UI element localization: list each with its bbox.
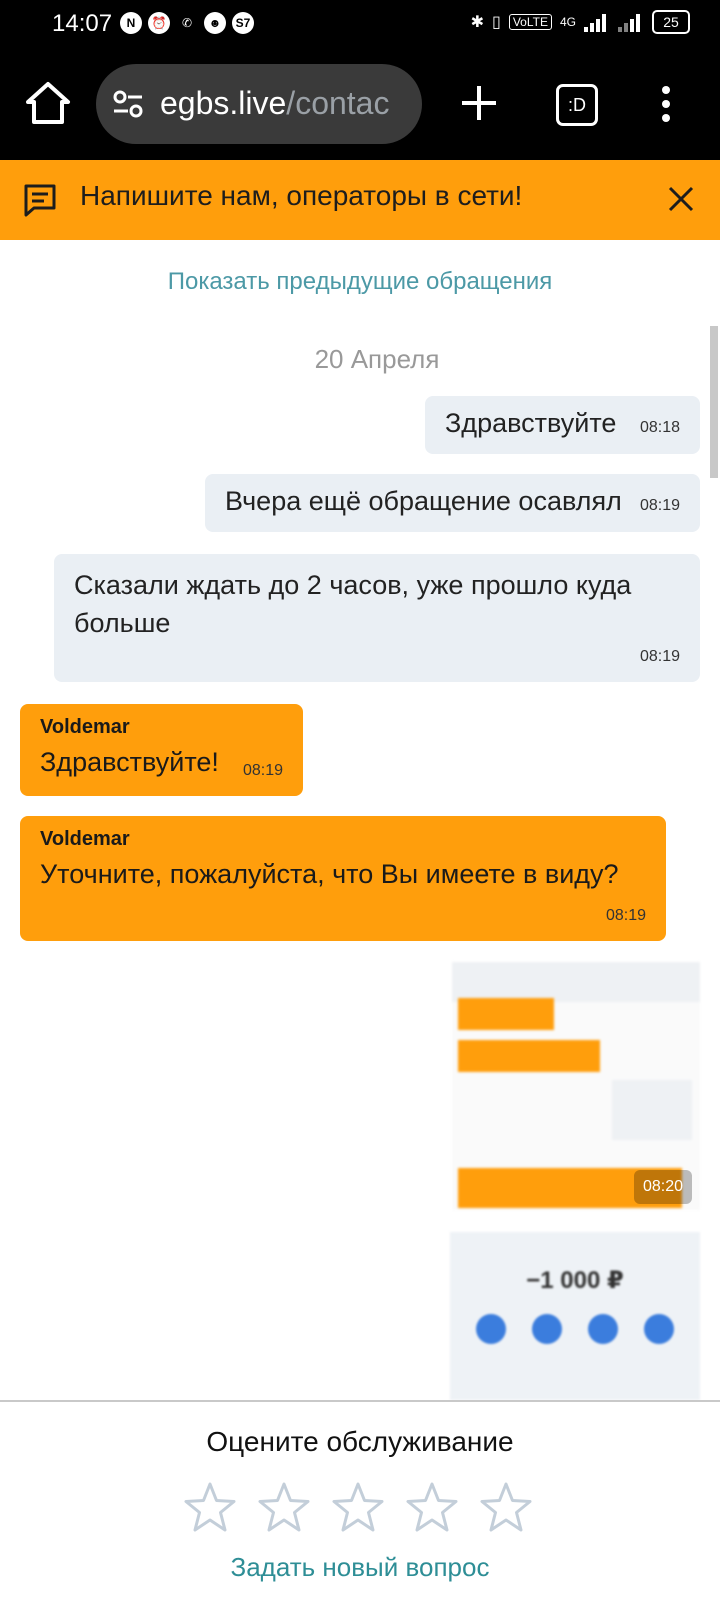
message-author: Voldemar [40, 716, 130, 738]
star-icon[interactable] [256, 1480, 312, 1536]
status-left-icons: N ⏰ ✆ ☻ S7 [120, 12, 254, 34]
top-bar: 14:07 N ⏰ ✆ ☻ S7 ✱ ▯ VoLTE 4G 25 egbs.li… [0, 0, 720, 160]
message-text: Сказали ждать до 2 часов, уже прошло куд… [74, 570, 632, 638]
user-message: Вчера ещё обращение осавлял 08:19 [205, 474, 700, 532]
site-settings-icon[interactable] [112, 88, 144, 120]
attached-image-bank-screenshot[interactable]: −1 000 ₽ [450, 1232, 700, 1400]
operators-online-banner[interactable]: Напишите нам, операторы в сети! [0, 160, 720, 240]
date-separator: 20 Апреля [314, 344, 440, 374]
banner-text: Напишите нам, операторы в сети! [80, 180, 523, 211]
alarm-icon: ⏰ [148, 12, 170, 34]
message-author: Voldemar [40, 828, 130, 850]
nfc-icon: N [120, 12, 142, 34]
new-question-link[interactable]: Задать новый вопрос [0, 1552, 720, 1583]
message-time: 08:19 [242, 762, 283, 779]
home-icon[interactable] [24, 80, 72, 126]
message-time: 08:19 [639, 497, 680, 514]
url-path: /contac [286, 85, 390, 121]
vibrate-icon: ▯ [492, 14, 501, 31]
status-time: 14:07 [52, 10, 113, 37]
network-type-label: 4G [559, 15, 576, 29]
show-previous-link[interactable]: Показать предыдущие обращения [0, 268, 720, 296]
chat-bubble-icon [24, 184, 56, 217]
status-right-icons: ✱ ▯ VoLTE 4G 25 [471, 10, 690, 34]
app-face-icon: ☻ [204, 12, 226, 34]
more-menu-icon[interactable] [660, 86, 672, 122]
user-message: Сказали ждать до 2 часов, уже прошло куд… [54, 554, 700, 682]
message-time: 08:19 [639, 648, 680, 665]
star-icon[interactable] [330, 1480, 386, 1536]
volte-badge: VoLTE [508, 14, 552, 30]
star-icon[interactable] [182, 1480, 238, 1536]
s7-app-icon: S7 [232, 12, 254, 34]
operator-message: Voldemar Здравствуйте! 08:19 [20, 704, 303, 796]
message-text: Уточните, пожалуйста, что Вы имеете в ви… [40, 859, 619, 889]
user-message: Здравствуйте 08:18 [425, 396, 700, 454]
image-time: 08:20 [634, 1170, 692, 1204]
star-icon[interactable] [404, 1480, 460, 1536]
address-bar[interactable]: egbs.live/contac [96, 64, 422, 144]
star-icon[interactable] [478, 1480, 534, 1536]
operator-message: Voldemar Уточните, пожалуйста, что Вы им… [20, 816, 666, 941]
star-rating[interactable] [182, 1480, 534, 1536]
new-tab-icon[interactable] [454, 78, 504, 128]
url-text[interactable]: egbs.live/contac [160, 85, 406, 122]
battery-icon: 25 [652, 10, 690, 34]
message-text: Вчера ещё обращение осавлял [225, 486, 622, 516]
status-bar: 14:07 N ⏰ ✆ ☻ S7 ✱ ▯ VoLTE 4G 25 [0, 0, 720, 46]
message-text: Здравствуйте [445, 408, 617, 438]
rate-service-title: Оцените обслуживание [206, 1426, 514, 1457]
tab-switcher-button[interactable]: :D [556, 84, 598, 126]
image-amount: −1 000 ₽ [526, 1267, 624, 1294]
url-host: egbs.live [160, 85, 287, 121]
signal-1-icon [584, 12, 610, 32]
missed-call-icon: ✆ [181, 16, 193, 30]
signal-2-icon [618, 12, 644, 32]
rating-footer: Оцените обслуживание Задать новый вопрос [0, 1400, 720, 1602]
close-icon[interactable] [664, 182, 698, 216]
bluetooth-icon: ✱ [470, 14, 485, 31]
message-time: 08:19 [605, 907, 646, 924]
message-time: 08:18 [639, 419, 680, 436]
